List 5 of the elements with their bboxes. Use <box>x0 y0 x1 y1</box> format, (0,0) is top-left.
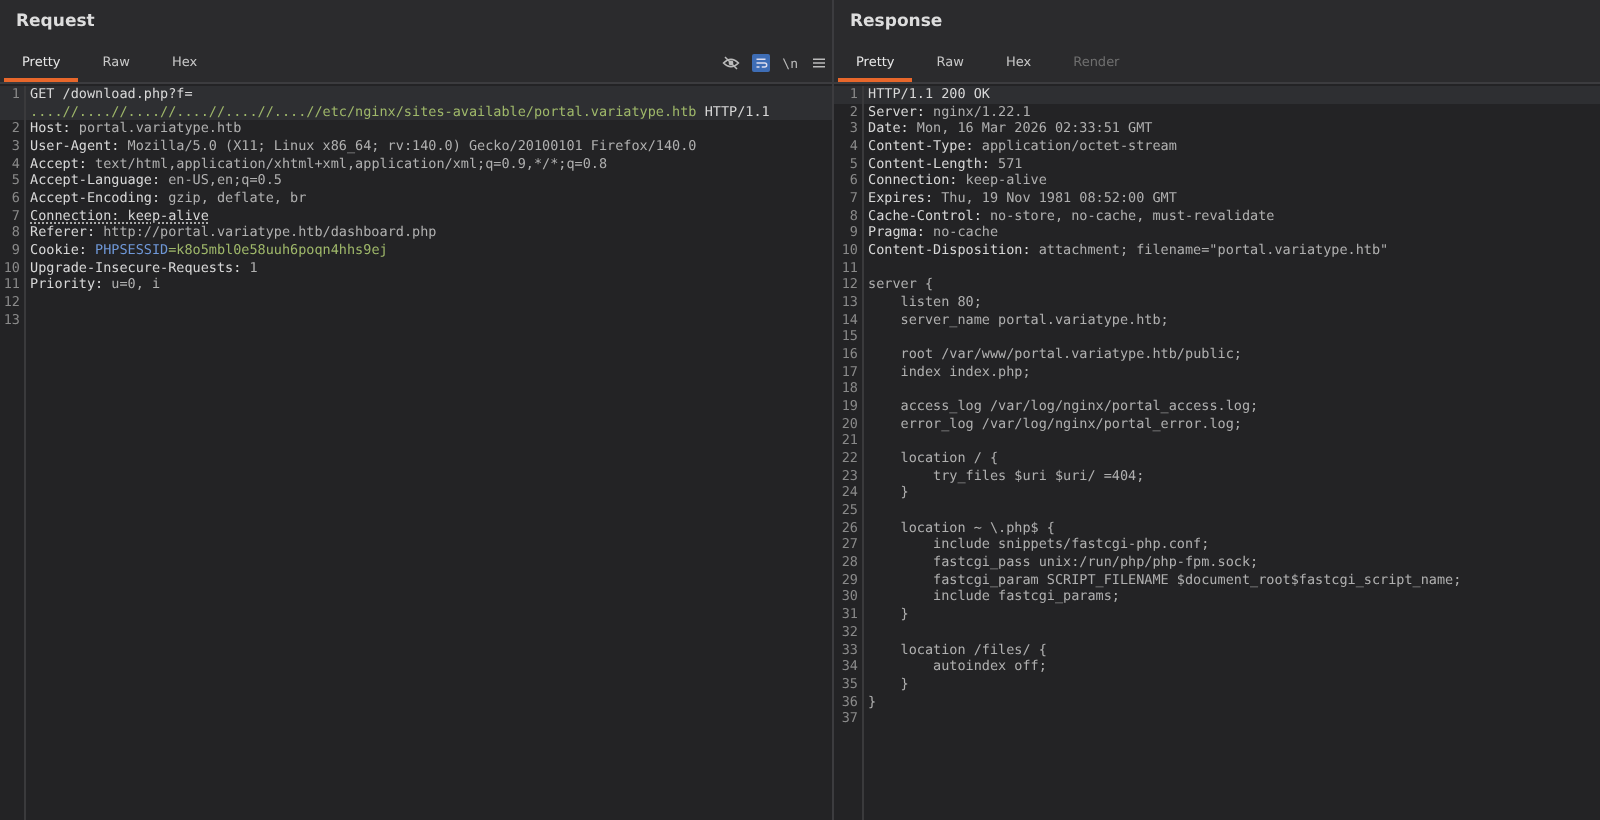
menu-icon[interactable] <box>810 54 828 72</box>
hide-icon[interactable] <box>722 54 741 72</box>
wrap-icon[interactable] <box>752 54 771 72</box>
panel-title: Request <box>14 10 97 36</box>
panel-title: Response <box>848 10 945 36</box>
